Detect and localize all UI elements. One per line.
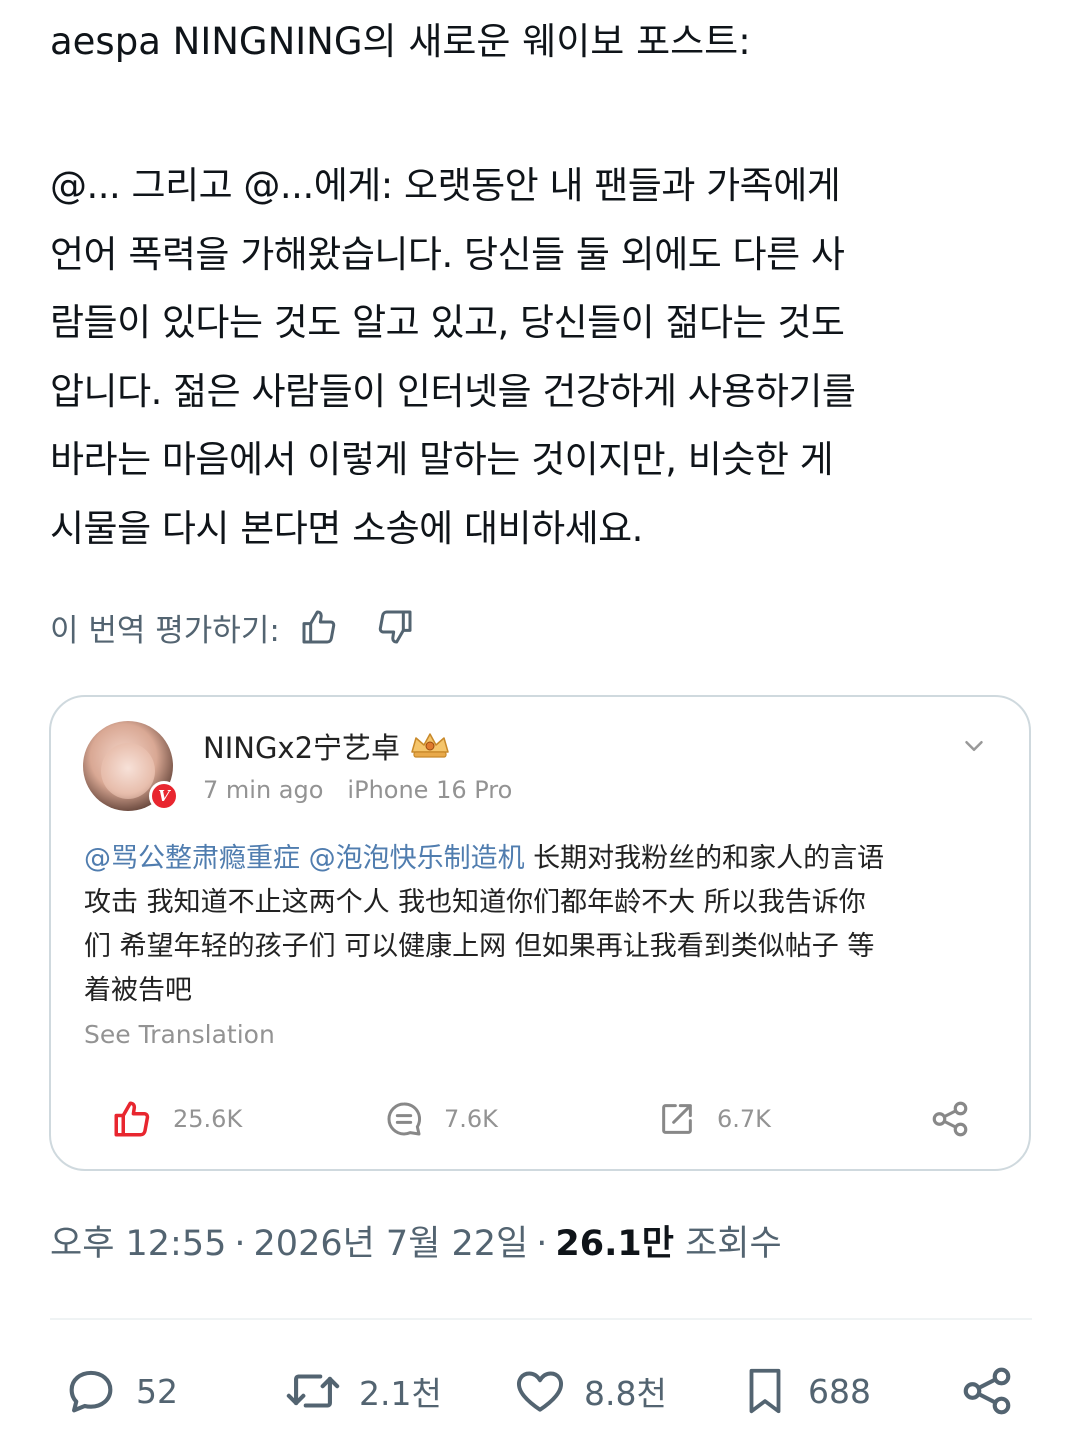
weibo-action-bar: 25.6K 7.6K 6.7K (51, 1094, 1029, 1144)
view-count: 26.1만 (555, 1224, 674, 1264)
post-body-line: 언어 폭력을 가해왔습니다. 당신들 둘 외에도 다른 사 (50, 232, 845, 276)
weibo-repost-button[interactable]: 6.7K (657, 1094, 771, 1144)
rate-translation-label: 이 번역 평가하기: (50, 612, 280, 649)
weibo-device: iPhone 16 Pro (347, 776, 513, 804)
weibo-repost-count: 6.7K (717, 1105, 771, 1133)
bookmark-button[interactable]: 688 (738, 1356, 871, 1426)
share-icon (963, 1367, 1011, 1415)
weibo-text-segment: 长期对我粉丝的和家人的言语 (524, 843, 885, 874)
mention-link[interactable]: @骂公整肃瘾重症 (84, 843, 300, 874)
post-body-line: 람들이 있다는 것도 알고 있고, 당신들이 젊다는 것도 (50, 301, 845, 344)
weibo-like-count: 25.6K (173, 1105, 243, 1133)
post-body: @... 그리고 @...에게: 오랫동안 내 팬들과 가족에게 언어 폭력을 … (50, 152, 1040, 563)
post-timestamp: 오후 12:55 · 2026년 7월 22일 · 26.1만 조회수 (50, 1220, 782, 1268)
weibo-text-line: @骂公整肃瘾重症 @泡泡快乐制造机 长期对我粉丝的和家人的言语 (84, 837, 1004, 881)
mention-link[interactable]: @泡泡快乐制造机 (309, 843, 525, 874)
thumbs-up-icon[interactable] (298, 606, 340, 648)
timestamp-separator: · (234, 1224, 246, 1264)
timestamp-separator: · (536, 1224, 548, 1264)
retweet-button[interactable]: 2.1천 (283, 1356, 442, 1426)
see-translation-link[interactable]: See Translation (84, 1020, 275, 1049)
divider (50, 1318, 1032, 1320)
weibo-comment-button[interactable]: 7.6K (384, 1094, 498, 1144)
weibo-like-button[interactable]: 25.6K (111, 1094, 242, 1144)
share-button[interactable] (958, 1356, 1016, 1426)
reply-button[interactable]: 52 (62, 1356, 178, 1426)
post-time[interactable]: 오후 12:55 (50, 1224, 226, 1264)
tweet-action-bar: 52 2.1천 8.8천 688 (0, 1356, 1080, 1426)
weibo-meta: 7 min ago iPhone 16 Pro (203, 776, 512, 804)
rate-translation: 이 번역 평가하기: (50, 604, 416, 650)
chevron-down-icon[interactable] (959, 731, 989, 761)
post-body-line: 압니다. 젊은 사람들이 인터넷을 건강하게 사용하기를 (50, 369, 856, 413)
weibo-comment-count: 7.6K (444, 1105, 498, 1133)
verified-badge: V (149, 781, 179, 811)
post-body-line: 시물을 다시 본다면 소송에 대비하세요. (50, 506, 643, 550)
comment-icon (387, 1102, 422, 1136)
post-body-line: 바라는 마음에서 이렇게 말하는 것이지만, 비슷한 게 (50, 438, 834, 481)
retweet-icon (286, 1374, 340, 1408)
weibo-username-row: NINGx2宁艺卓 (203, 725, 452, 767)
weibo-username[interactable]: NINGx2宁艺卓 (203, 725, 400, 767)
view-label: 조회수 (685, 1224, 782, 1264)
weibo-text-line: 着被告吧 (84, 975, 192, 1006)
retweet-count: 2.1천 (359, 1374, 442, 1413)
post-body-line: @... 그리고 @...에게: 오랫동안 내 팬들과 가족에게 (50, 164, 841, 207)
reply-icon (69, 1370, 113, 1413)
thumbs-up-icon (114, 1101, 150, 1137)
post-date[interactable]: 2026년 7월 22일 (254, 1224, 529, 1264)
weibo-share-button[interactable] (929, 1094, 971, 1144)
thumbs-down-icon[interactable] (374, 606, 416, 648)
weibo-post-text: @骂公整肃瘾重症 @泡泡快乐制造机 长期对我粉丝的和家人的言语 攻击 我知道不止… (84, 837, 1004, 1013)
weibo-text-line: 攻击 我知道不止这两个人 我也知道你们都年龄不大 所以我告诉你 (84, 887, 866, 918)
weibo-text-line: 们 希望年轻的孩子们 可以健康上网 但如果再让我看到类似帖子 等 (84, 931, 875, 962)
like-count: 8.8천 (584, 1374, 667, 1413)
bookmark-count: 688 (808, 1371, 871, 1411)
share-icon (932, 1101, 968, 1137)
reply-count: 52 (136, 1371, 178, 1411)
repost-icon (662, 1104, 692, 1134)
weibo-quote-card[interactable]: V NINGx2宁艺卓 7 min ago iPhone 16 Pro @骂公整肃… (49, 695, 1031, 1171)
bookmark-icon (749, 1368, 781, 1414)
crown-icon (408, 730, 452, 762)
post-intro: aespa NINGNING의 새로운 웨이보 포스트: (50, 20, 751, 63)
avatar-face (101, 743, 155, 799)
heart-icon (517, 1371, 563, 1412)
like-button[interactable]: 8.8천 (512, 1356, 667, 1426)
weibo-time-ago: 7 min ago (203, 776, 324, 804)
